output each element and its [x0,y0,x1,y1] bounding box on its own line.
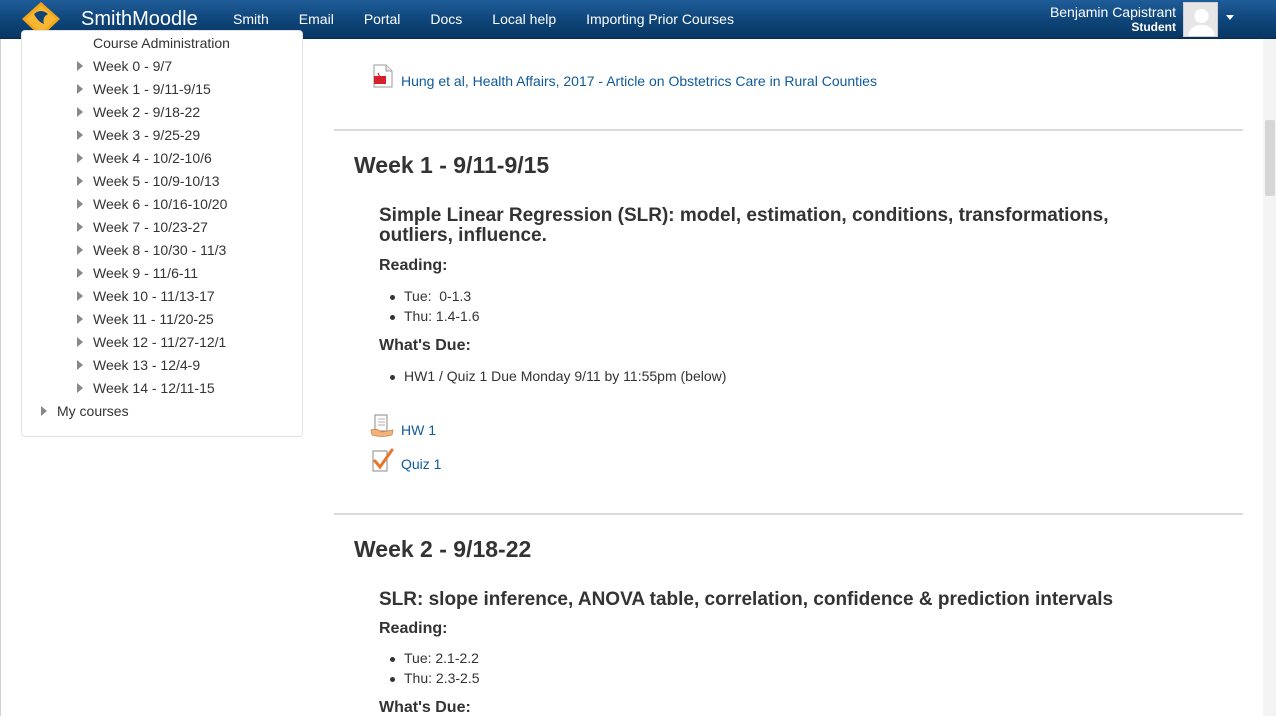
week-2-reading-label: Reading: [379,620,448,637]
user-role: Student [1131,20,1176,34]
section-title-week-1[interactable]: Week 1 - 9/11-9/15 [354,152,549,179]
section-title-week-2[interactable]: Week 2 - 9/18-22 [354,536,531,563]
list-item: HW1 / Quiz 1 Due Monday 9/11 by 11:55pm … [390,368,726,384]
week-1-due-label: What's Due: [379,337,471,354]
user-menu-caret-icon[interactable] [1226,15,1234,20]
sidebar-week-item[interactable]: Week 13 - 12/4-9 [93,356,200,374]
reading-item: Thu: 1.4-1.6 [404,308,480,324]
sidebar-week-item[interactable]: Week 4 - 10/2-10/6 [93,149,212,167]
expand-arrow-icon[interactable] [77,130,83,140]
user-name[interactable]: Benjamin Capistrant [1050,5,1176,20]
sidebar-course-administration[interactable]: Course Administration [93,34,230,52]
list-item: Tue: 2.1-2.2 [390,650,479,666]
expand-arrow-icon[interactable] [77,84,83,94]
expand-arrow-icon[interactable] [77,383,83,393]
quiz-1-link[interactable]: Quiz 1 [401,456,441,472]
list-item: Thu: 1.4-1.6 [390,308,480,324]
sidebar-week-item[interactable]: Week 5 - 10/9-10/13 [93,172,220,190]
expand-arrow-icon[interactable] [41,406,47,416]
hw-1-link[interactable]: HW 1 [401,422,436,438]
expand-arrow-icon[interactable] [77,268,83,278]
expand-arrow-icon[interactable] [77,291,83,301]
list-item: Thu: 2.3-2.5 [390,670,480,686]
sidebar-week-item[interactable]: Week 14 - 12/11-15 [93,379,215,397]
section-divider [334,129,1243,131]
sidebar-week-item[interactable]: Week 0 - 9/7 [93,57,172,75]
expand-arrow-icon[interactable] [77,107,83,117]
pdf-file-icon[interactable] [371,64,395,88]
expand-arrow-icon[interactable] [77,245,83,255]
nav-local-help[interactable]: Local help [477,0,571,39]
reading-item: Tue: 2.1-2.2 [404,650,479,666]
reading-item: Thu: 2.3-2.5 [404,670,480,686]
expand-arrow-icon[interactable] [77,360,83,370]
expand-arrow-icon[interactable] [77,199,83,209]
scrollbar-thumb[interactable] [1265,120,1275,196]
list-item: Tue: 0-1.3 [390,288,471,304]
sidebar-week-item[interactable]: Week 7 - 10/23-27 [93,218,208,236]
assignment-icon[interactable] [370,414,394,438]
sidebar-week-item[interactable]: Week 10 - 11/13-17 [93,287,215,305]
avatar[interactable] [1183,2,1218,37]
section-divider [334,513,1243,515]
nav-importing-prior-courses[interactable]: Importing Prior Courses [571,0,749,39]
sidebar-my-courses[interactable]: My courses [57,402,129,420]
week-1-reading-label: Reading: [379,257,448,274]
quiz-checkmark-icon[interactable] [370,448,394,472]
user-avatar-icon [1188,9,1215,36]
sidebar-week-item[interactable]: Week 8 - 10/30 - 11/3 [93,241,226,259]
nav-portal[interactable]: Portal [349,0,416,39]
sidebar-week-item[interactable]: Week 6 - 10/16-10/20 [93,195,227,213]
week-1-topic: Simple Linear Regression (SLR): model, e… [379,205,1109,246]
sidebar-week-item[interactable]: Week 9 - 11/6-11 [93,264,198,282]
week-2-due-label: What's Due: [379,699,471,716]
nav-docs[interactable]: Docs [415,0,477,39]
expand-arrow-icon[interactable] [77,153,83,163]
page-left-border [0,39,1,716]
reading-item: Tue: 0-1.3 [404,288,472,304]
expand-arrow-icon[interactable] [77,222,83,232]
sidebar-week-item[interactable]: Week 1 - 9/11-9/15 [93,80,211,98]
sidebar-week-item[interactable]: Week 11 - 11/20-25 [93,310,214,328]
expand-arrow-icon[interactable] [77,314,83,324]
sidebar-week-item[interactable]: Week 12 - 11/27-12/1 [93,333,226,351]
brand-name[interactable]: SmithMoodle [81,8,198,31]
due-item: HW1 / Quiz 1 Due Monday 9/11 by 11:55pm … [404,368,727,384]
expand-arrow-icon[interactable] [77,337,83,347]
expand-arrow-icon[interactable] [77,61,83,71]
article-pdf-link[interactable]: Hung et al, Health Affairs, 2017 - Artic… [401,73,877,89]
sidebar-week-item[interactable]: Week 2 - 9/18-22 [93,103,200,121]
week-2-topic: SLR: slope inference, ANOVA table, corre… [379,589,1114,610]
sidebar-week-item[interactable]: Week 3 - 9/25-29 [93,126,200,144]
expand-arrow-icon[interactable] [77,176,83,186]
